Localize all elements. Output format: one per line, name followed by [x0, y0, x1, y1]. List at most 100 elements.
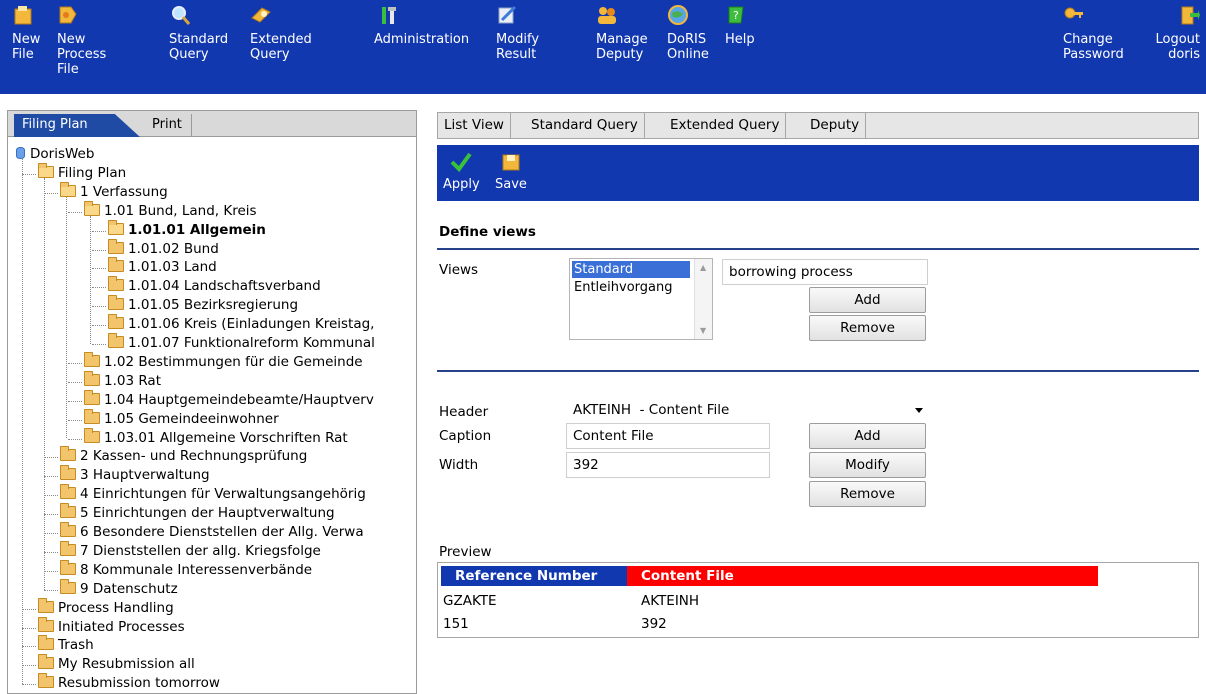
tree-node[interactable]: 1.04 Hauptgemeindebeamte/Hauptverv: [84, 389, 374, 410]
remove-view-button[interactable]: Remove: [809, 315, 926, 341]
folder-icon: [60, 578, 76, 594]
folder-icon: [108, 257, 124, 273]
tree-guide-line: [68, 362, 82, 364]
people-icon: [598, 7, 616, 24]
tree-node[interactable]: 1.03.01 Allgemeine Vorschriften Rat: [84, 427, 348, 448]
folder-icon: [108, 295, 124, 311]
tab-standard-query[interactable]: Standard Query: [525, 113, 645, 138]
tab-deputy[interactable]: Deputy: [804, 113, 867, 138]
left-tab-bar: Filing Plan Print: [8, 111, 416, 137]
add-column-button[interactable]: Add: [809, 423, 926, 449]
extended-query-button[interactable]: Extended Query: [250, 4, 312, 62]
tree-node[interactable]: 1.01.05 Bezirksregierung: [108, 295, 298, 315]
caption-input[interactable]: Content File: [566, 423, 770, 449]
tree-node[interactable]: 1 Verfassung: [60, 181, 168, 202]
tree-node[interactable]: 7 Dienststellen der allg. Kriegsfolge: [60, 540, 321, 561]
administration-button[interactable]: Administration: [374, 4, 469, 47]
tree-node[interactable]: Filing Plan: [38, 162, 126, 183]
tree-node[interactable]: 1.03 Rat: [84, 370, 161, 391]
tree-node[interactable]: 1.01.04 Landschaftsverband: [108, 276, 321, 296]
new-file-button[interactable]: New File: [12, 4, 40, 62]
tree-node[interactable]: 9 Datenschutz: [60, 578, 178, 599]
scroll-up-icon[interactable]: ▲: [700, 263, 706, 272]
tree-node[interactable]: 6 Besondere Dienststellen der Allg. Verw…: [60, 522, 364, 542]
tree-node-label: Resubmission tomorrow: [58, 675, 220, 692]
tree-node[interactable]: 2 Kassen- und Rechnungsprüfung: [60, 446, 307, 466]
tree-node[interactable]: My Resubmission all: [38, 654, 195, 674]
panel-splitter[interactable]: [418, 94, 430, 694]
logout-icon: [1181, 6, 1200, 25]
tab-extended-query[interactable]: Extended Query: [664, 113, 787, 138]
tree-node[interactable]: 1.05 Gemeindeeinwohner: [84, 408, 279, 429]
tree-node[interactable]: 5 Einrichtungen der Hauptverwaltung: [60, 503, 335, 523]
tree-node[interactable]: Trash: [38, 635, 94, 655]
apply-button[interactable]: Apply: [443, 151, 480, 192]
modify-column-button[interactable]: Modify: [809, 452, 926, 478]
folder-icon: [108, 314, 124, 330]
tree-node[interactable]: Resubmission tomorrow: [38, 673, 220, 693]
folder-icon: [60, 484, 76, 500]
tree-guide-line: [66, 196, 67, 439]
doris-online-button[interactable]: DoRIS Online: [667, 4, 709, 62]
save-button[interactable]: Save: [495, 151, 527, 192]
tree-guide-line: [22, 684, 36, 686]
view-action-bar: Apply Save: [437, 145, 1199, 201]
tree-node-label: 1.01 Bund, Land, Kreis: [104, 202, 257, 219]
views-listbox[interactable]: Standard Entleihvorgang ▲ ▼: [569, 258, 713, 340]
tree-node[interactable]: 8 Kommunale Interessenverbände: [60, 559, 312, 580]
tree-node[interactable]: 1.02 Bestimmungen für die Gemeinde: [84, 351, 363, 372]
tree-guide-line: [90, 215, 91, 344]
new-process-file-icon: [59, 6, 77, 24]
add-view-button[interactable]: Add: [809, 287, 926, 313]
tree-node-label: 1.01.07 Funktionalreform Kommunal: [128, 335, 375, 351]
tree-guide-line: [92, 344, 106, 345]
views-option[interactable]: Standard: [572, 261, 690, 278]
tree-node-label: 1.03.01 Allgemeine Vorschriften Rat: [104, 429, 348, 446]
preview-header-reference-number: Reference Number: [441, 566, 627, 586]
folder-icon: [84, 389, 100, 405]
key-icon: [1064, 7, 1083, 19]
new-process-file-button[interactable]: New Process File: [57, 4, 106, 77]
manage-deputy-button[interactable]: Manage Deputy: [596, 4, 648, 62]
views-option[interactable]: Entleihvorgang: [572, 279, 690, 296]
remove-column-button[interactable]: Remove: [809, 481, 926, 507]
folder-icon: [84, 427, 100, 443]
tree-node-label: 1.04 Hauptgemeindebeamte/Hauptverv: [104, 391, 374, 408]
header-select[interactable]: AKTEINH - Content File: [569, 401, 927, 420]
tab-list-view[interactable]: List View: [438, 113, 511, 138]
logout-button[interactable]: Logout doris: [1155, 4, 1200, 62]
tab-filing-plan[interactable]: Filing Plan: [14, 114, 140, 137]
tree-node[interactable]: 1.01 Bund, Land, Kreis: [84, 200, 257, 221]
tree-node[interactable]: 1.01.06 Kreis (Einladungen Kreistag,: [108, 314, 374, 334]
tab-print[interactable]: Print: [136, 114, 192, 137]
tree-guide-line: [44, 533, 58, 534]
new-file-icon: [14, 6, 32, 25]
tree-node[interactable]: 1.01.01 Allgemein: [108, 219, 266, 240]
width-input[interactable]: 392: [566, 452, 770, 478]
scroll-down-icon[interactable]: ▼: [700, 326, 706, 335]
folder-icon: [84, 351, 100, 367]
chevron-down-icon: [915, 408, 923, 413]
tree-node[interactable]: 4 Einrichtungen für Verwaltungsangehörig: [60, 484, 366, 504]
standard-query-button[interactable]: Standard Query: [169, 4, 228, 62]
tree-node-label: 1.01.01 Allgemein: [128, 221, 266, 238]
tree-node[interactable]: DorisWeb: [16, 145, 94, 164]
modify-result-icon: [498, 5, 517, 24]
help-button[interactable]: ? Help: [725, 4, 755, 47]
section-divider: [437, 248, 1199, 250]
tree-node[interactable]: 1.01.03 Land: [108, 257, 217, 277]
tree-node[interactable]: Initiated Processes: [38, 616, 185, 637]
tree-node[interactable]: 3 Hauptverwaltung: [60, 465, 210, 485]
preview-cell: 392: [641, 616, 667, 632]
svg-text:?: ?: [733, 9, 739, 22]
folder-open-icon: [108, 219, 124, 235]
modify-result-button[interactable]: Modify Result: [496, 4, 539, 62]
tree-node-label: 5 Einrichtungen der Hauptverwaltung: [80, 505, 335, 522]
change-password-button[interactable]: Change Password: [1063, 4, 1124, 62]
new-view-input[interactable]: borrowing process: [722, 259, 928, 285]
views-scrollbar[interactable]: ▲ ▼: [694, 259, 712, 339]
tree-node[interactable]: 1.01.07 Funktionalreform Kommunal: [108, 333, 375, 353]
tree-node-label: Process Handling: [58, 599, 174, 616]
tree-node[interactable]: Process Handling: [38, 597, 174, 618]
tree-node[interactable]: 1.01.02 Bund: [108, 238, 219, 259]
